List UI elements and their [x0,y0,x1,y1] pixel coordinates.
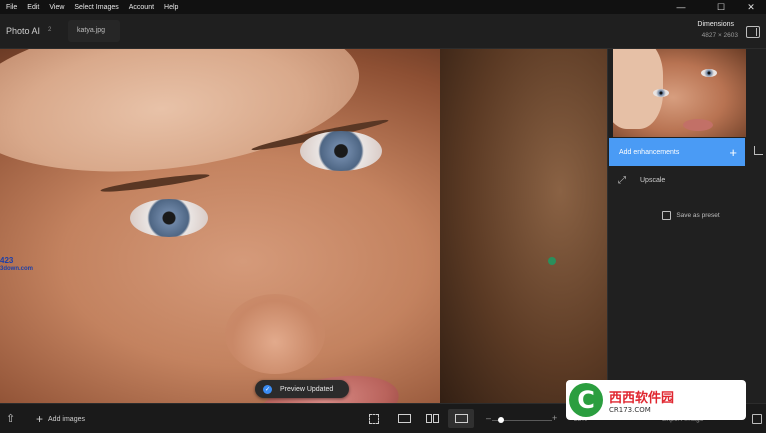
right-panel: Add enhancements + ⤢ Upscale Save as pre… [607,49,766,403]
side-by-side-button[interactable] [419,409,445,428]
thumb-eye-right [701,69,717,77]
side-by-side-icon-left [425,414,432,423]
watermark-logo-icon: C [569,383,603,417]
preview-updated-toast: ✓ Preview Updated [255,380,349,398]
menu-account[interactable]: Account [129,4,154,11]
single-view-icon [397,414,411,423]
menu-file[interactable]: File [6,4,17,11]
watermark-cn: 西西软件园 [609,390,675,406]
header-bar: Photo AI 2 katya.jpg Dimensions 4827 × 2… [0,14,766,49]
watermark-left-number: 423 [0,256,14,265]
zoom-slider-handle[interactable] [498,417,504,423]
panel-toggle-icon[interactable] [746,26,760,38]
check-circle-icon: ✓ [263,384,272,394]
preview-thumbnail[interactable] [613,49,746,137]
photo-hair [440,49,607,403]
watermark-left: 423 3down.com [0,257,33,273]
dimensions-value: 4827 × 2603 [701,32,738,39]
add-enhancements-label: Add enhancements [619,148,680,156]
app-title: Photo AI [6,26,41,36]
app-version: 2 [48,27,52,33]
upscale-row[interactable]: ⤢ Upscale [618,175,665,186]
site-watermark: C 西西软件园 CR173.COM [566,380,746,420]
zoom-in-icon[interactable]: + [552,413,557,423]
photo-eye-right [300,131,382,171]
menu-view[interactable]: View [49,4,64,11]
photo-arm [0,49,367,190]
split-view-icon [454,414,468,423]
add-images-button[interactable]: + Add images [36,412,85,426]
expand-icon: ⤢ [618,175,626,186]
plus-icon: + [729,144,737,160]
crop-icon[interactable] [754,146,763,155]
fit-view-button[interactable] [361,409,387,428]
fit-icon [369,413,379,424]
photo-brow-left [99,171,211,195]
watermark-text: 西西软件园 CR173.COM [609,387,674,414]
thumb-eye-left [653,89,669,97]
close-button[interactable]: ✕ [736,0,766,14]
menu-select-images[interactable]: Select Images [74,4,118,11]
menu-edit[interactable]: Edit [27,4,39,11]
photo-earring [548,257,556,265]
image-canvas[interactable]: 423 3down.com ✓ Preview Updated [0,49,607,403]
upload-icon[interactable]: ⇧ [6,412,15,425]
side-by-side-icon-right [432,414,439,423]
split-view-button[interactable] [448,409,474,428]
toast-text: Preview Updated [280,385,334,393]
file-name[interactable]: katya.jpg [77,27,105,34]
add-enhancements-button[interactable]: Add enhancements + [609,138,745,166]
upscale-label: Upscale [640,177,666,184]
photo-nose [225,294,325,374]
add-images-label: Add images [48,415,85,423]
edit-icon[interactable] [752,414,762,424]
single-view-button[interactable] [391,409,417,428]
save-preset-label: Save as preset [676,211,720,219]
zoom-out-icon[interactable]: – [486,413,491,423]
plus-icon: + [36,412,44,426]
watermark-url: CR173.COM [609,405,651,414]
save-preset-button[interactable]: Save as preset [656,207,726,223]
menu-help[interactable]: Help [164,4,178,11]
thumb-lips [683,119,713,131]
photo-eye-left [130,199,208,237]
menu-bar: File Edit View Select Images Account Hel… [0,0,766,14]
watermark-left-site: 3down.com [0,266,34,272]
save-icon [662,210,672,220]
minimize-button[interactable]: — [666,0,696,14]
dimensions-label: Dimensions [697,21,734,28]
maximize-button[interactable]: ☐ [706,0,736,14]
